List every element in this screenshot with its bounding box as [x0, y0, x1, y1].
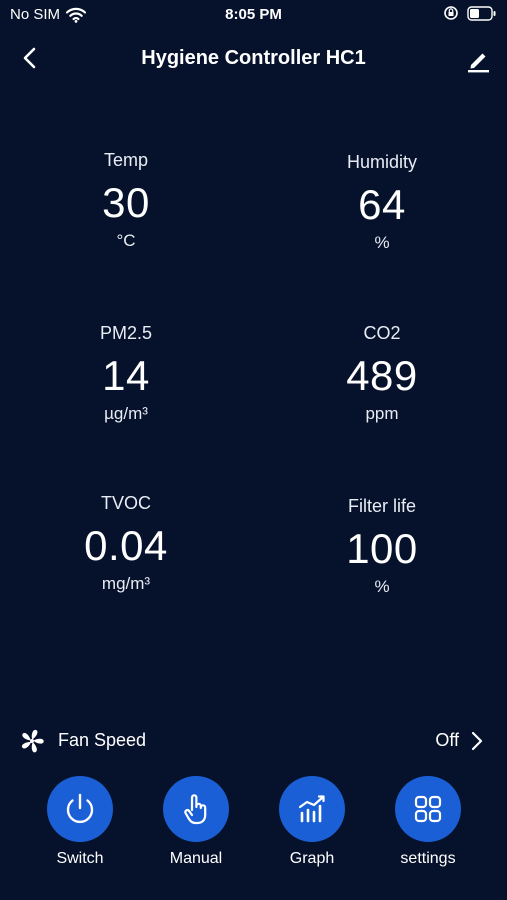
settings-button[interactable]: settings	[378, 776, 478, 868]
page-title: Hygiene Controller HC1	[141, 47, 366, 69]
manual-label: Manual	[169, 850, 223, 867]
fan-speed-row[interactable]: Fan Speed Off	[0, 722, 507, 760]
metric-value: 14	[102, 352, 150, 399]
fan-icon	[21, 729, 44, 753]
metric-value: 100	[346, 525, 418, 572]
metric-tvoc: TVOC 0.04 mg/m³	[26, 493, 226, 594]
metric-humidity: Humidity 64 %	[282, 152, 482, 253]
settings-grid-icon	[414, 795, 442, 823]
metric-unit: °C	[116, 231, 136, 250]
chevron-right-icon[interactable]	[467, 730, 487, 752]
edit-icon[interactable]	[463, 44, 493, 74]
metric-label: Filter life	[347, 496, 416, 516]
metric-label: Humidity	[346, 152, 417, 172]
fan-speed-label: Fan Speed	[58, 730, 147, 750]
metric-unit: %	[374, 577, 390, 596]
orientation-lock-icon	[444, 6, 458, 20]
action-bar: Switch Manual Graph settings	[0, 776, 507, 876]
switch-button[interactable]: Switch	[30, 776, 130, 868]
graph-label: Graph	[289, 850, 335, 867]
fan-speed-value: Off	[435, 730, 459, 750]
switch-label: Switch	[56, 850, 104, 867]
power-icon	[66, 793, 94, 823]
metric-value: 0.04	[84, 522, 168, 569]
manual-button-circle[interactable]	[163, 776, 229, 842]
metric-label: CO2	[363, 323, 401, 343]
metric-value: 64	[358, 181, 406, 228]
status-right	[443, 5, 497, 21]
metric-value: 30	[102, 179, 150, 226]
hand-pointer-icon	[184, 794, 207, 825]
app-screen: No SIM 8:05 PM Hygiene Controller HC1 Te…	[0, 0, 507, 900]
metric-co2: CO2 489 ppm	[282, 323, 482, 424]
status-time: 8:05 PM	[225, 6, 282, 23]
metric-label: PM2.5	[99, 323, 153, 343]
metric-temp: Temp 30 °C	[26, 150, 226, 251]
metric-pm25: PM2.5 14 µg/m³	[26, 323, 226, 424]
graph-button[interactable]: Graph	[262, 776, 362, 868]
metric-label: TVOC	[100, 493, 151, 513]
metric-unit: mg/m³	[101, 574, 151, 593]
metric-value: 489	[346, 352, 418, 399]
battery-icon	[467, 5, 496, 21]
graph-icon	[298, 795, 325, 823]
metric-unit: %	[374, 233, 390, 252]
metric-unit: µg/m³	[104, 404, 148, 423]
status-bar: No SIM 8:05 PM	[0, 0, 507, 30]
settings-button-circle[interactable]	[395, 776, 461, 842]
manual-button[interactable]: Manual	[146, 776, 246, 868]
graph-button-circle[interactable]	[279, 776, 345, 842]
metric-label: Temp	[103, 150, 148, 170]
metric-unit: ppm	[365, 404, 399, 423]
settings-label: settings	[400, 850, 456, 867]
metric-filter-life: Filter life 100 %	[282, 496, 482, 597]
nav-bar: Hygiene Controller HC1	[0, 36, 507, 82]
switch-button-circle[interactable]	[47, 776, 113, 842]
